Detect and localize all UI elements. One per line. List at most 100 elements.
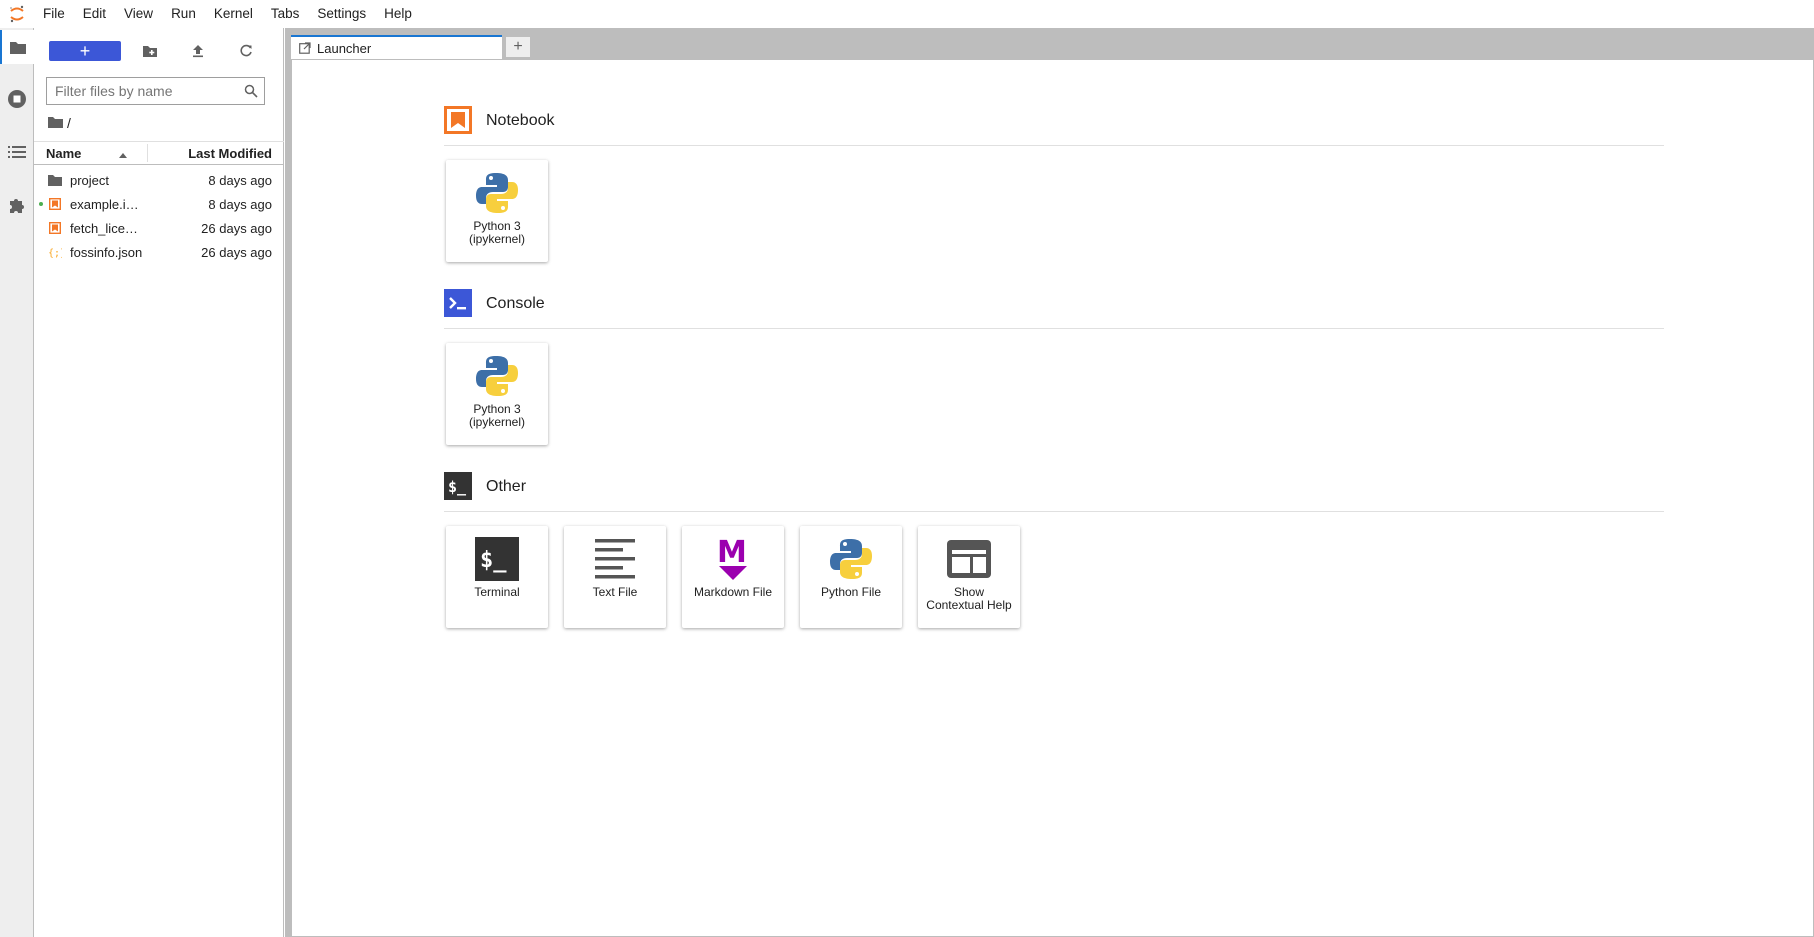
table-of-contents-tab[interactable] xyxy=(0,135,34,169)
file-modified: 8 days ago xyxy=(208,172,272,188)
tab-launcher[interactable]: Launcher xyxy=(291,35,502,59)
text-file-icon xyxy=(590,534,640,584)
python-logo-icon xyxy=(472,351,522,401)
card-terminal[interactable]: $_ Terminal xyxy=(446,526,548,628)
card-label-line2: (ipykernel) xyxy=(468,232,525,246)
breadcrumb: / xyxy=(48,114,71,132)
card-contextual-help[interactable]: Show Contextual Help xyxy=(918,526,1020,628)
file-browser-tab[interactable] xyxy=(0,30,34,64)
section-divider xyxy=(444,145,1664,146)
section-notebook: Notebook xyxy=(444,106,1664,136)
card-label: Markdown File xyxy=(682,586,784,599)
add-tab-button[interactable]: + xyxy=(505,36,531,58)
card-label-line1: Python File xyxy=(820,585,882,599)
card-label: Show Contextual Help xyxy=(918,586,1020,612)
svg-text:$_: $_ xyxy=(480,548,507,573)
folder-icon xyxy=(48,173,62,187)
file-row-fetch-licenses[interactable]: fetch_lice… 26 days ago xyxy=(34,216,284,240)
card-markdown-file[interactable]: M Markdown File xyxy=(682,526,784,628)
card-label-line2: Contextual Help xyxy=(926,598,1012,612)
column-modified-header[interactable]: Last Modified xyxy=(188,146,272,161)
card-label: Terminal xyxy=(446,586,548,599)
menu-edit[interactable]: Edit xyxy=(74,0,115,28)
upload-button[interactable] xyxy=(186,41,210,61)
file-name: fossinfo.json xyxy=(70,244,143,260)
card-python-file[interactable]: Python File xyxy=(800,526,902,628)
python-logo-icon xyxy=(472,168,522,218)
card-text-file[interactable]: Text File xyxy=(564,526,666,628)
filter-files-input[interactable] xyxy=(47,82,238,100)
card-label-line1: Markdown File xyxy=(693,585,773,599)
file-name: project xyxy=(70,172,110,188)
file-row-example[interactable]: example.i… 8 days ago xyxy=(34,192,284,216)
markdown-icon: M xyxy=(708,534,758,584)
file-row-project[interactable]: project 8 days ago xyxy=(34,168,284,192)
menu-tabs[interactable]: Tabs xyxy=(262,0,309,28)
menu-kernel[interactable]: Kernel xyxy=(205,0,262,28)
file-row-fossinfo[interactable]: {;} fossinfo.json 26 days ago xyxy=(34,240,284,264)
tab-bar: Launcher + xyxy=(285,28,1814,59)
home-folder-icon[interactable] xyxy=(48,115,63,131)
filter-box xyxy=(46,77,265,105)
terminal-icon: $_ xyxy=(472,534,522,584)
svg-text:{;}: {;} xyxy=(48,248,62,258)
card-label: Python File xyxy=(800,586,902,599)
refresh-button[interactable] xyxy=(234,41,258,61)
launch-icon xyxy=(299,42,311,54)
breadcrumb-root[interactable]: / xyxy=(67,115,71,131)
python-logo-icon xyxy=(826,534,876,584)
notebook-section-icon xyxy=(444,106,472,134)
folder-icon xyxy=(10,42,26,54)
new-folder-button[interactable] xyxy=(138,41,162,61)
card-label-line1: Terminal xyxy=(474,585,520,599)
section-divider xyxy=(444,511,1664,512)
running-sessions-tab[interactable] xyxy=(0,82,34,116)
upload-icon xyxy=(193,45,203,58)
card-label-line1: Text File xyxy=(592,585,638,599)
notebook-icon xyxy=(48,197,62,211)
menu-file[interactable]: File xyxy=(34,0,74,28)
refresh-icon xyxy=(240,44,252,57)
other-section-icon: $_ xyxy=(444,472,472,500)
menu-run[interactable]: Run xyxy=(162,0,205,28)
left-sidebar xyxy=(0,28,34,937)
section-title-console: Console xyxy=(486,295,545,312)
menubar: File Edit View Run Kernel Tabs Settings … xyxy=(0,0,1814,28)
section-divider xyxy=(444,328,1664,329)
file-modified: 8 days ago xyxy=(208,196,272,212)
jupyter-logo-icon xyxy=(0,0,34,28)
launcher-panel: Notebook Python 3 (ipykernel) Console Py… xyxy=(291,59,1814,937)
card-console-python3[interactable]: Python 3 (ipykernel) xyxy=(446,343,548,445)
menu-settings[interactable]: Settings xyxy=(308,0,375,28)
tab-launcher-label: Launcher xyxy=(317,40,372,56)
card-label-line2: (ipykernel) xyxy=(468,415,525,429)
column-name-header[interactable]: Name xyxy=(46,146,81,161)
contextual-help-icon xyxy=(944,534,994,584)
card-label: Text File xyxy=(564,586,666,599)
svg-text:$_: $_ xyxy=(448,478,467,496)
section-console: Console xyxy=(444,289,1664,319)
column-divider[interactable] xyxy=(147,144,148,162)
console-section-icon xyxy=(444,289,472,317)
file-modified: 26 days ago xyxy=(201,220,272,236)
notebook-icon xyxy=(48,221,62,235)
sort-ascending-icon xyxy=(118,147,128,162)
file-name: fetch_lice… xyxy=(70,220,138,236)
section-other: $_ Other xyxy=(444,472,1664,502)
section-title-notebook: Notebook xyxy=(486,112,555,129)
file-browser-panel: + / Name xyxy=(34,28,284,937)
menu-help[interactable]: Help xyxy=(375,0,421,28)
card-notebook-python3[interactable]: Python 3 (ipykernel) xyxy=(446,160,548,262)
svg-text:M: M xyxy=(717,536,747,570)
file-name: example.i… xyxy=(70,196,139,212)
extension-manager-tab[interactable] xyxy=(0,188,34,222)
menu-view[interactable]: View xyxy=(115,0,162,28)
file-list-header: Name Last Modified xyxy=(34,141,284,165)
new-launcher-button[interactable]: + xyxy=(49,41,121,61)
card-label: Python 3 (ipykernel) xyxy=(446,403,548,429)
card-label: Python 3 (ipykernel) xyxy=(446,220,548,246)
file-modified: 26 days ago xyxy=(201,244,272,260)
toc-icon xyxy=(8,146,26,158)
main-dock-area: Launcher + Notebook Python 3 (ipykernel)… xyxy=(285,28,1814,937)
new-folder-icon xyxy=(143,46,157,57)
